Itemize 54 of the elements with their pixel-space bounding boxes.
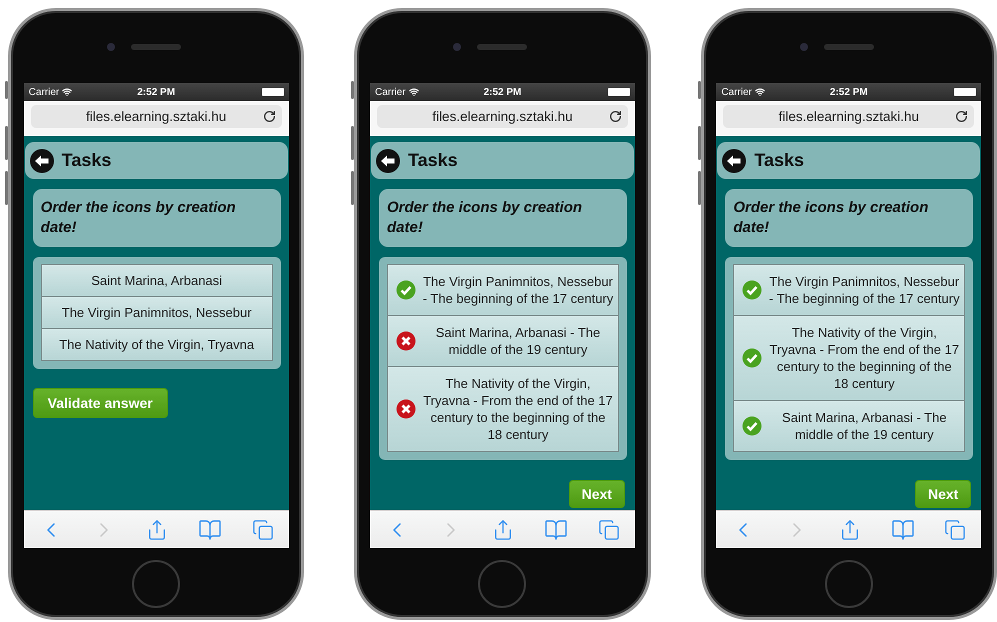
clock: 2:52 PM xyxy=(482,86,522,98)
book-icon[interactable] xyxy=(890,518,915,542)
wifi-icon xyxy=(754,87,765,97)
speaker xyxy=(131,44,182,50)
address-bar[interactable]: files.elearning.sztaki.hu xyxy=(376,105,628,128)
reload-icon[interactable] xyxy=(608,110,622,123)
home-button[interactable] xyxy=(132,560,180,608)
wifi-icon xyxy=(62,87,72,97)
clock: 2:52 PM xyxy=(136,86,176,98)
tabs-icon[interactable] xyxy=(252,518,274,540)
address-bar[interactable]: files.elearning.sztaki.hu xyxy=(30,105,282,128)
book-icon[interactable] xyxy=(198,518,222,542)
check-icon xyxy=(396,280,416,300)
camera xyxy=(453,43,462,51)
question-text: Order the icons by creation date! xyxy=(378,189,627,247)
speaker xyxy=(477,44,528,50)
reload-icon[interactable] xyxy=(955,110,968,123)
clock: 2:52 PM xyxy=(828,86,869,98)
answer-item[interactable]: The Virgin Panimnitos, Nessebur xyxy=(40,296,273,329)
home-button[interactable] xyxy=(478,560,526,608)
answer-item[interactable]: Saint Marina, Arbanasi xyxy=(40,264,273,297)
battery-icon xyxy=(262,88,284,96)
camera xyxy=(800,43,808,51)
home-button[interactable] xyxy=(824,560,873,608)
carrier-label: Carrier xyxy=(721,86,752,98)
answer-item[interactable]: Saint Marina, Arbanasi - The middle of the 19 century xyxy=(733,400,966,452)
carrier-label: Carrier xyxy=(374,86,406,98)
question-text: Order the icons by creation date! xyxy=(32,189,281,247)
answer-item[interactable]: The Nativity of the Virgin, Tryavna - From the end of the 17 century to the beginning of the 18 century xyxy=(733,315,966,401)
question-text: Order the icons by creation date! xyxy=(725,189,974,247)
book-icon[interactable] xyxy=(544,518,568,542)
tabs-icon[interactable] xyxy=(944,518,966,540)
camera xyxy=(107,43,115,51)
answer-item[interactable]: Saint Marina, Arbanasi - The middle of the 19 century xyxy=(386,315,619,367)
cross-icon xyxy=(396,331,416,351)
cross-icon xyxy=(396,399,416,419)
page-title: Tasks xyxy=(62,150,112,171)
carrier-label: Carrier xyxy=(28,86,60,98)
check-icon xyxy=(742,416,762,436)
page-title: Tasks xyxy=(754,150,804,171)
speaker xyxy=(824,44,874,50)
address-bar[interactable]: files.elearning.sztaki.hu xyxy=(723,105,974,128)
battery-icon xyxy=(608,88,630,96)
check-icon xyxy=(742,348,762,368)
check-icon xyxy=(742,280,762,300)
tabs-icon[interactable] xyxy=(598,518,620,540)
reload-icon[interactable] xyxy=(262,110,276,123)
answer-item[interactable]: The Nativity of the Virgin, Tryavna - From the end of the 17 century to the beginning of the 18 century xyxy=(386,366,619,452)
battery-icon xyxy=(954,88,976,96)
answer-item[interactable]: The Nativity of the Virgin, Tryavna xyxy=(40,328,273,361)
answer-item[interactable]: The Virgin Panimnitos, Nessebur - The beginning of the 17 century xyxy=(733,264,966,316)
page-title: Tasks xyxy=(408,150,458,171)
wifi-icon xyxy=(408,87,419,97)
answer-item[interactable]: The Virgin Panimnitos, Nessebur - The beginning of the 17 century xyxy=(386,264,619,316)
